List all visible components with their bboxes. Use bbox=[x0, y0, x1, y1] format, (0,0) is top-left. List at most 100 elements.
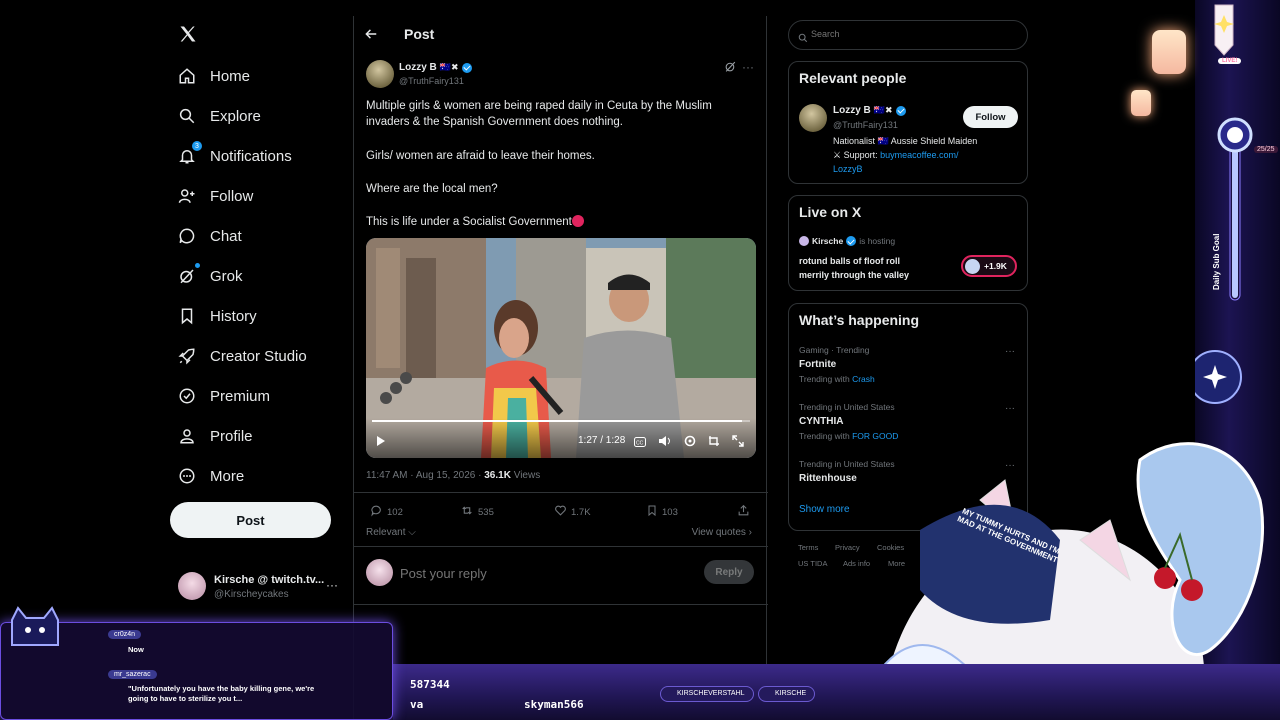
author-name-row[interactable]: Lozzy B 🇦🇺✖ bbox=[399, 62, 472, 73]
home-icon bbox=[176, 65, 198, 87]
trend-with-link[interactable]: Crash bbox=[852, 374, 875, 384]
captions-icon[interactable]: CC bbox=[634, 434, 646, 452]
repost-action[interactable]: 535 bbox=[460, 504, 494, 520]
angry-face-emoji-icon bbox=[571, 215, 584, 227]
post-timestamp[interactable]: 11:47 AM · Aug 15, 2026 · bbox=[366, 470, 484, 481]
nav-follow[interactable]: Follow bbox=[176, 180, 253, 212]
view-quotes-label: View quotes bbox=[691, 527, 746, 538]
divider bbox=[354, 546, 768, 547]
search-icon bbox=[798, 30, 808, 48]
nav-more[interactable]: More bbox=[176, 460, 244, 492]
verified-badge-icon bbox=[461, 62, 472, 73]
footer-link-tida[interactable]: US TIDA bbox=[798, 559, 827, 568]
reply-action[interactable]: 102 bbox=[370, 504, 403, 520]
ticker-text: 587344 bbox=[410, 678, 450, 691]
nav-explore[interactable]: Explore bbox=[176, 100, 261, 132]
card-title: Live on X bbox=[799, 204, 862, 220]
footer-link-ads[interactable]: Ads info bbox=[843, 559, 870, 568]
person-handle: @TruthFairy131 bbox=[833, 120, 898, 130]
stream-bottom-bar bbox=[393, 664, 1280, 720]
trend-item[interactable]: Gaming · Trending Fortnite Trending with… bbox=[789, 340, 1027, 390]
social-twitch: KIRSCHE bbox=[758, 686, 816, 702]
fullscreen-icon[interactable] bbox=[732, 434, 744, 452]
bookmark-action[interactable]: 103 bbox=[646, 504, 678, 520]
stream-title-line-2[interactable]: merrily through the valley bbox=[799, 270, 909, 280]
nav-profile[interactable]: Profile bbox=[176, 420, 253, 452]
trend-category: Trending in United States bbox=[799, 402, 895, 412]
nav-home[interactable]: Home bbox=[176, 60, 250, 92]
view-quotes-link[interactable]: View quotes › bbox=[692, 527, 752, 538]
social-label: KIRSCHE bbox=[775, 690, 807, 697]
search-box[interactable] bbox=[788, 20, 1028, 50]
sort-relevant-dropdown[interactable]: Relevant ⌵ bbox=[366, 527, 416, 538]
reply-count: 102 bbox=[387, 506, 403, 518]
volume-icon[interactable] bbox=[658, 434, 672, 452]
bio-link[interactable]: buymeacoffee.com/ bbox=[880, 150, 958, 160]
account-handle: @Kirscheycakes bbox=[214, 589, 289, 600]
author-handle[interactable]: @TruthFairy131 bbox=[399, 76, 464, 86]
video-progress-bar[interactable] bbox=[372, 420, 750, 422]
more-icon[interactable]: ··· bbox=[1005, 403, 1015, 414]
nav-chat[interactable]: Chat bbox=[176, 220, 242, 252]
bookmark-count: 103 bbox=[662, 506, 678, 518]
more-icon[interactable]: ··· bbox=[326, 578, 338, 592]
trend-with-prefix: Trending with bbox=[799, 374, 853, 384]
trend-with: Trending with Crash bbox=[799, 374, 875, 384]
more-icon[interactable]: ··· bbox=[1005, 346, 1015, 357]
ticker-text: skyman566 bbox=[524, 698, 584, 711]
bell-icon: 3 bbox=[176, 141, 202, 167]
nav-creator-studio[interactable]: Creator Studio bbox=[176, 340, 307, 372]
play-icon[interactable] bbox=[376, 434, 386, 452]
chat-username: mr_sazerac bbox=[108, 670, 157, 679]
post-text-line-2: Girls/ women are afraid to leave their h… bbox=[366, 150, 595, 162]
author-avatar[interactable] bbox=[366, 60, 394, 88]
reply-button[interactable]: Reply bbox=[704, 560, 754, 584]
goal-label: Daily Sub Goal bbox=[1212, 233, 1221, 290]
social-label: KIRSCHEVERSTAHL bbox=[677, 690, 745, 697]
bio-link[interactable]: LozzyB bbox=[833, 164, 863, 174]
footer-link-privacy[interactable]: Privacy bbox=[835, 543, 860, 552]
card-title: What’s happening bbox=[799, 312, 920, 328]
grok-dot bbox=[195, 263, 200, 268]
share-icon[interactable] bbox=[737, 504, 750, 517]
nav-label: Notifications bbox=[210, 147, 292, 165]
live-host-row[interactable]: Kirsche is hosting bbox=[799, 236, 895, 246]
grok-icon[interactable] bbox=[724, 60, 738, 74]
nav-history[interactable]: History bbox=[176, 300, 257, 332]
person-name-row[interactable]: Lozzy B 🇦🇺✖ bbox=[833, 105, 906, 116]
divider bbox=[354, 492, 768, 493]
person-flags: 🇦🇺✖ bbox=[873, 105, 893, 115]
post-button[interactable]: Post bbox=[170, 502, 331, 538]
viewer-count: +1.9K bbox=[984, 261, 1007, 271]
video-time: 1:27 / 1:28 bbox=[578, 435, 626, 446]
nav-notifications[interactable]: 3 Notifications bbox=[176, 140, 292, 172]
heart-icon bbox=[554, 504, 567, 520]
like-action[interactable]: 1.7K bbox=[554, 504, 591, 520]
picture-in-picture-icon[interactable] bbox=[708, 434, 720, 452]
nav-label: Home bbox=[210, 67, 251, 85]
views-count: 36.1K bbox=[484, 470, 511, 481]
footer-link-terms[interactable]: Terms bbox=[798, 543, 818, 552]
back-arrow-icon[interactable] bbox=[364, 27, 380, 41]
person-name: Lozzy B bbox=[833, 105, 871, 116]
more-options-icon[interactable]: ··· bbox=[742, 60, 754, 74]
stream-title-line-1[interactable]: rotund balls of floof roll bbox=[799, 256, 900, 266]
x-logo-icon[interactable] bbox=[178, 24, 200, 46]
left-nav: Home Explore 3 Notifications Follow Chat… bbox=[168, 0, 348, 720]
show-more-link[interactable]: Show more bbox=[799, 504, 850, 515]
account-switcher[interactable]: Kirsche @ twitch.tv... @Kirscheycakes ··… bbox=[178, 572, 348, 604]
nav-grok[interactable]: Grok bbox=[176, 260, 243, 292]
live-viewers-pill[interactable]: +1.9K bbox=[961, 255, 1017, 277]
nav-label: History bbox=[210, 307, 257, 325]
rocket-icon bbox=[176, 345, 198, 367]
settings-gear-icon[interactable] bbox=[684, 434, 696, 452]
chat-message: Now bbox=[128, 645, 144, 654]
avatar[interactable] bbox=[799, 104, 827, 132]
chat-username: cr0z4n bbox=[108, 630, 142, 639]
video-player[interactable]: 1:27 / 1:28 CC bbox=[366, 238, 756, 458]
host-avatar bbox=[799, 236, 809, 246]
reply-input[interactable] bbox=[400, 564, 690, 582]
nav-premium[interactable]: Premium bbox=[176, 380, 270, 412]
search-input[interactable] bbox=[811, 29, 1011, 39]
follow-button[interactable]: Follow bbox=[963, 106, 1018, 128]
